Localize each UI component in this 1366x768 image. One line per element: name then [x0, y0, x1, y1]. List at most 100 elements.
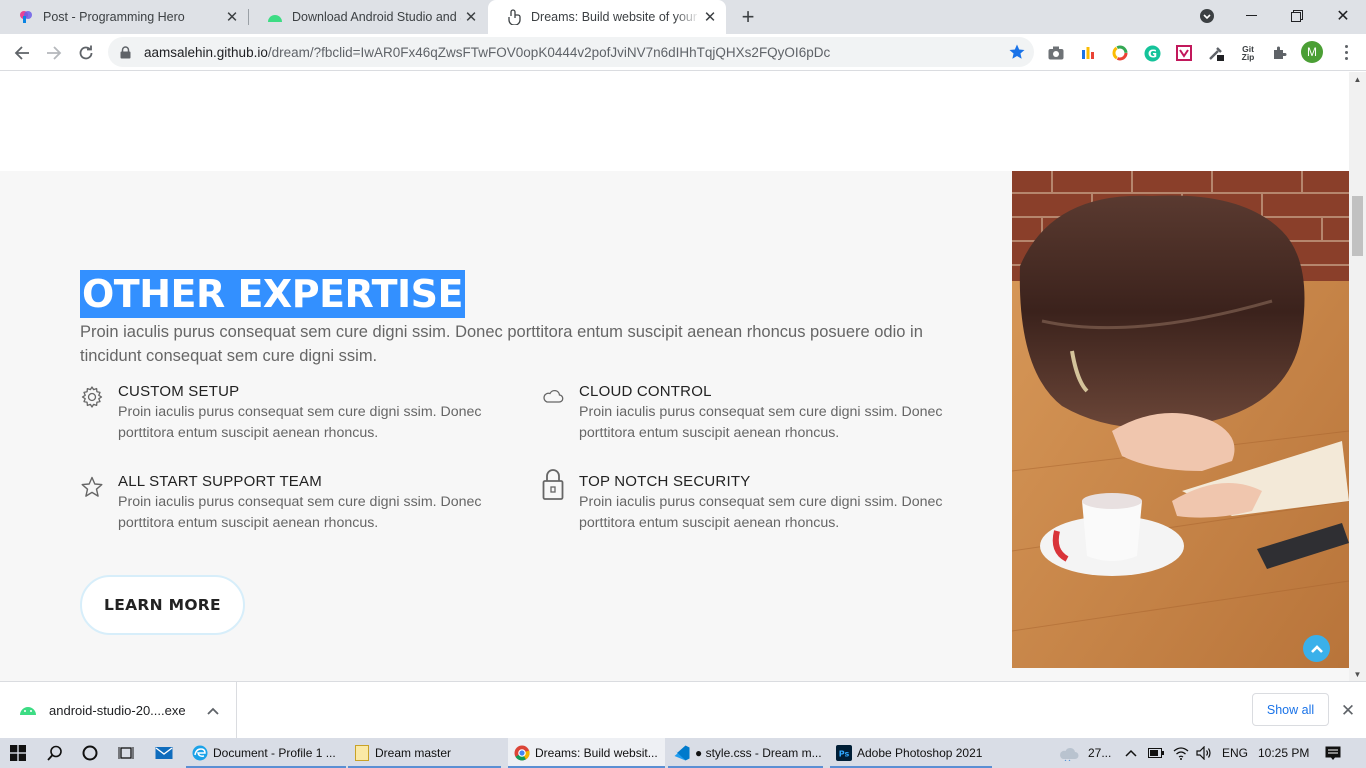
android-favicon-icon: [267, 9, 283, 25]
feature-title: CLOUD CONTROL: [579, 383, 712, 400]
show-all-downloads-button[interactable]: Show all: [1252, 693, 1329, 726]
grammarly-icon[interactable]: G: [1142, 43, 1162, 63]
taskbar-app-label: Dream master: [375, 746, 452, 760]
restore-button[interactable]: [1274, 0, 1320, 32]
taskbar-app-edge[interactable]: Document - Profile 1 ...: [186, 738, 346, 768]
battery-icon[interactable]: [1148, 738, 1164, 768]
mail-icon[interactable]: [152, 741, 176, 765]
tray-overflow-chevron-icon[interactable]: [1125, 738, 1137, 768]
url-host: aamsalehin.github.io: [144, 44, 268, 60]
programming-hero-favicon-icon: [18, 9, 34, 25]
color-extension-icon[interactable]: [1078, 43, 1098, 63]
learn-more-button[interactable]: LEARN MORE: [80, 575, 245, 635]
vscode-icon: [674, 745, 690, 761]
download-filename: android-studio-20....exe: [49, 703, 186, 718]
notifications-icon[interactable]: [1325, 738, 1341, 768]
cloud-icon: [541, 385, 565, 411]
reload-button[interactable]: [72, 39, 100, 67]
cortana-icon[interactable]: [78, 741, 102, 765]
chrome-circle-extension-icon[interactable]: [1110, 43, 1130, 63]
feature-description: Proin iaculis purus consequat sem cure d…: [118, 404, 482, 441]
address-bar[interactable]: aamsalehin.github.io/dream/?fbclid=IwAR0…: [108, 37, 1034, 67]
extensions-puzzle-icon[interactable]: [1270, 43, 1290, 63]
scroll-to-top-button[interactable]: [1303, 635, 1330, 662]
weather-widget[interactable]: 27...: [1058, 738, 1111, 768]
android-download-icon: [19, 703, 37, 721]
bookmark-star-icon[interactable]: [1008, 43, 1026, 66]
lock-icon: [541, 467, 565, 501]
wifi-icon[interactable]: [1173, 738, 1189, 768]
profile-avatar[interactable]: M: [1301, 41, 1323, 63]
taskbar-app-label: Adobe Photoshop 2021: [857, 746, 983, 760]
feature-title: CUSTOM SETUP: [118, 383, 240, 400]
feature-description: Proin iaculis purus consequat sem cure d…: [579, 404, 943, 441]
taskbar-app-label: Document - Profile 1 ...: [213, 746, 336, 760]
gear-icon: [80, 385, 104, 411]
section-lead: Proin iaculis purus consequat sem cure d…: [80, 323, 923, 365]
tab-search-button[interactable]: [1184, 0, 1230, 32]
tab-strip: Post - Programming Hero ✕ Download Andro…: [0, 0, 1366, 34]
scroll-down-arrow-icon[interactable]: ▼: [1349, 667, 1366, 681]
browser-toolbar: aamsalehin.github.io/dream/?fbclid=IwAR0…: [0, 34, 1366, 71]
language-indicator[interactable]: ENG: [1222, 738, 1248, 768]
task-view-icon[interactable]: [114, 741, 138, 765]
feature-title: TOP NOTCH SECURITY: [579, 473, 751, 490]
taskbar-app-vscode[interactable]: ● style.css - Dream m...: [668, 738, 823, 768]
close-tab-icon[interactable]: ✕: [461, 7, 481, 27]
clock[interactable]: 10:25 PM: [1258, 738, 1309, 768]
download-shelf: android-studio-20....exe Show all ✕: [0, 681, 1366, 738]
section-heading: OTHER EXPERTISE: [80, 270, 465, 318]
browser-menu-icon[interactable]: [1336, 42, 1356, 62]
camera-extension-icon[interactable]: [1046, 43, 1066, 63]
feature-description: Proin iaculis purus consequat sem cure d…: [118, 494, 482, 531]
page-scrollbar[interactable]: ▲ ▼: [1349, 72, 1366, 681]
forward-button[interactable]: [40, 39, 68, 67]
eyedropper-extension-icon[interactable]: [1206, 43, 1226, 63]
download-item[interactable]: android-studio-20....exe: [0, 682, 237, 738]
page-viewport: OTHER EXPERTISE Proin iaculis purus cons…: [0, 72, 1349, 681]
windows-taskbar: Document - Profile 1 ... Dream master Dr…: [0, 738, 1366, 768]
folder-icon: [354, 745, 370, 761]
tab-programming-hero[interactable]: Post - Programming Hero ✕: [0, 0, 248, 34]
back-button[interactable]: [8, 39, 36, 67]
taskbar-app-chrome[interactable]: Dreams: Build websit...: [508, 738, 665, 768]
scrollbar-thumb[interactable]: [1352, 196, 1363, 256]
close-window-button[interactable]: ✕: [1320, 0, 1366, 32]
shield-extension-icon[interactable]: [1174, 43, 1194, 63]
close-tab-icon[interactable]: ✕: [222, 7, 242, 27]
star-icon: [80, 475, 104, 501]
chrome-icon: [514, 745, 530, 761]
desk-photo-image: [1012, 171, 1349, 668]
tab-title: Download Android Studio and SDK tools: [292, 10, 461, 24]
feature-title: ALL START SUPPORT TEAM: [118, 473, 322, 490]
minimize-button[interactable]: [1228, 0, 1274, 32]
taskbar-app-label: ● style.css - Dream m...: [695, 746, 822, 760]
weather-cloud-icon: [1058, 745, 1080, 761]
photoshop-icon: Ps: [836, 745, 852, 761]
close-tab-icon[interactable]: ✕: [700, 7, 720, 27]
tab-android-studio[interactable]: Download Android Studio and SDK tools ✕: [249, 0, 487, 34]
windows-start-icon[interactable]: [6, 741, 30, 765]
new-tab-button[interactable]: +: [736, 4, 760, 29]
tab-title: Post - Programming Hero: [43, 10, 185, 24]
url-path: /dream/?fbclid=IwAR0Fx46qZwsFTwFOV0opK04…: [267, 44, 831, 60]
search-icon[interactable]: [43, 741, 67, 765]
chevron-up-icon[interactable]: [204, 702, 222, 720]
svg-text:Ps: Ps: [839, 750, 850, 759]
taskbar-app-explorer[interactable]: Dream master: [348, 738, 501, 768]
feature-description: Proin iaculis purus consequat sem cure d…: [579, 494, 943, 531]
taskbar-app-photoshop[interactable]: Ps Adobe Photoshop 2021: [830, 738, 992, 768]
lock-icon[interactable]: [120, 45, 134, 59]
tab-title: Dreams: Build website of your dreams: [531, 10, 700, 24]
taskbar-app-label: Dreams: Build websit...: [535, 746, 658, 760]
gitzip-label: Git Zip: [1241, 44, 1255, 62]
svg-text:G: G: [1147, 47, 1156, 60]
volume-icon[interactable]: [1196, 738, 1212, 768]
scroll-up-arrow-icon[interactable]: ▲: [1349, 72, 1366, 86]
tab-dreams[interactable]: Dreams: Build website of your dreams ✕: [488, 0, 726, 34]
gitzip-extension-icon[interactable]: Git Zip: [1237, 43, 1259, 63]
url-text: aamsalehin.github.io/dream/?fbclid=IwAR0…: [144, 45, 830, 60]
dreams-favicon-icon: [506, 9, 522, 25]
edge-icon: [192, 745, 208, 761]
close-shelf-icon[interactable]: ✕: [1338, 701, 1358, 721]
